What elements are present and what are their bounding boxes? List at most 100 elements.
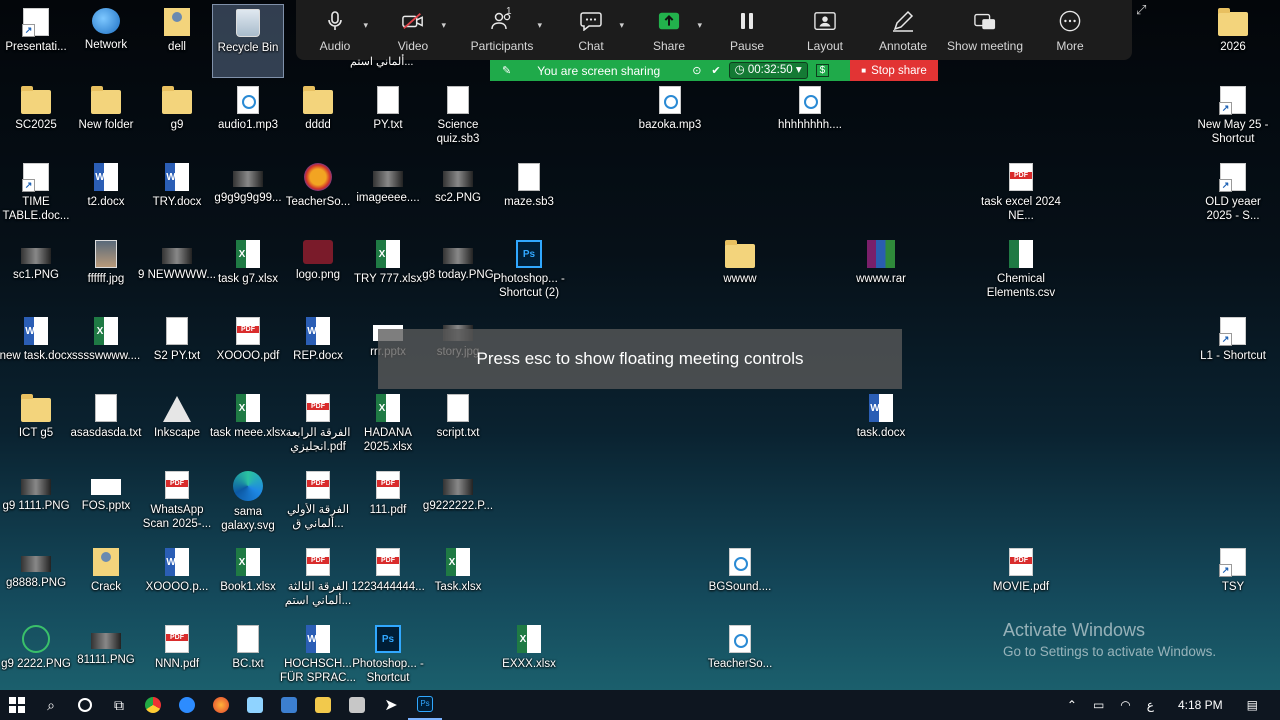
desktop-icon-g9[interactable]: g9 (141, 82, 213, 156)
desktop-icon-logo-png[interactable]: logo.png (282, 236, 354, 310)
desktop-icon-hhhhhhhh[interactable]: hhhhhhhh.... (774, 82, 846, 156)
desktop-icon-book1-xlsx[interactable]: Book1.xlsx (212, 544, 284, 618)
meeting-timer[interactable]: ◷ 00:32:50 ▾ (728, 62, 808, 79)
desktop-icon-bc-txt[interactable]: BC.txt (212, 621, 284, 695)
taskbar-app[interactable] (340, 690, 374, 720)
taskbar-notepad[interactable] (238, 690, 272, 720)
more-button[interactable]: More (1028, 8, 1112, 60)
task-view-button[interactable]: ⧉ (102, 690, 136, 720)
desktop-icon-item-56[interactable]: الفرقة الأولي ألماني ق... (282, 467, 354, 541)
desktop-icon-g8888-png[interactable]: g8888.PNG (0, 544, 72, 618)
desktop-icon-sc2025[interactable]: SC2025 (0, 82, 72, 156)
desktop-icon-new-folder[interactable]: New folder (70, 82, 142, 156)
taskbar-chrome[interactable] (136, 690, 170, 720)
desktop-icon-t2-docx[interactable]: t2.docx (70, 159, 142, 233)
share-button[interactable]: ▾ Share (630, 8, 708, 60)
participants-button[interactable]: 1 ▾ Participants (452, 6, 552, 60)
desktop-icon-item-63[interactable]: الفرقة الثالثة ألماني استم... (282, 544, 354, 618)
annotate-button[interactable]: Annotate (864, 8, 942, 60)
chevron-down-icon[interactable]: ▾ (697, 20, 702, 31)
desktop-icon-tsy[interactable]: TSY (1197, 544, 1269, 618)
show-meeting-button[interactable]: Show meeting (942, 8, 1028, 60)
video-button[interactable]: ▾ Video (374, 8, 452, 60)
taskbar-zoom[interactable] (170, 690, 204, 720)
language-indicator[interactable]: ع (1147, 698, 1154, 712)
pause-share-button[interactable]: Pause (708, 8, 786, 60)
desktop-icon-teacherso[interactable]: TeacherSo... (282, 159, 354, 233)
desktop-icon-bgsound[interactable]: BGSound.... (704, 544, 776, 618)
desktop-icon-task-docx[interactable]: task.docx (845, 390, 917, 464)
taskbar-screen-app[interactable] (272, 690, 306, 720)
desktop-icon-script-txt[interactable]: script.txt (422, 390, 494, 464)
chevron-down-icon[interactable]: ▾ (619, 20, 624, 31)
desktop-icon-inkscape[interactable]: Inkscape (141, 390, 213, 464)
desktop-icon-task-excel-2024-ne[interactable]: task excel 2024 NE... (981, 159, 1061, 233)
chevron-down-icon[interactable]: ▾ (363, 20, 368, 31)
drag-handle-icon[interactable]: ✎ (502, 64, 511, 77)
desktop-icon-time-table-doc[interactable]: TIME TABLE.doc... (0, 159, 72, 233)
desktop-icon-audio1-mp3[interactable]: audio1.mp3 (212, 82, 284, 156)
desktop-icon-hochsch-f-r-sprac[interactable]: HOCHSCH... FÜR SPRAC... (280, 621, 356, 695)
stop-share-button[interactable]: ■ Stop share (850, 60, 938, 81)
battery-icon[interactable]: ▭ (1093, 698, 1104, 712)
desktop-icon-dddd[interactable]: dddd (282, 82, 354, 156)
desktop-icon-network[interactable]: Network (70, 4, 142, 78)
desktop-icon-photoshop-shortcut[interactable]: Photoshop... - Shortcut (352, 621, 424, 695)
desktop-icon-new-may-25-shortcut[interactable]: New May 25 - Shortcut (1197, 82, 1269, 156)
desktop-icon-g9g9g9g99[interactable]: g9g9g9g99... (212, 159, 284, 233)
desktop-icon-chemical-elements-csv[interactable]: Chemical Elements.csv (985, 236, 1057, 310)
cortana-button[interactable] (68, 690, 102, 720)
desktop-icon-s2-py-txt[interactable]: S2 PY.txt (141, 313, 213, 387)
desktop-icon-old-yeaer-2025-s[interactable]: OLD yeaer 2025 - S... (1197, 159, 1269, 233)
desktop-icon-2026[interactable]: 2026 (1197, 4, 1269, 78)
desktop-icon-crack[interactable]: Crack (70, 544, 142, 618)
desktop-icon-teacherso[interactable]: TeacherSo... (704, 621, 776, 695)
expand-icon[interactable]: ⤢ (1136, 2, 1152, 18)
desktop-icon-1223444444[interactable]: 1223444444... (351, 544, 425, 618)
desktop-icon-81111-png[interactable]: 81111.PNG (70, 621, 142, 695)
start-button[interactable] (0, 690, 34, 720)
layout-button[interactable]: Layout (786, 8, 864, 60)
desktop-icon-g9-1111-png[interactable]: g9 1111.PNG (0, 467, 72, 541)
search-button[interactable]: ⌕ (34, 690, 68, 720)
wifi-icon[interactable]: ◠ (1120, 698, 1130, 712)
desktop-icon-task-g7-xlsx[interactable]: task g7.xlsx (212, 236, 284, 310)
desktop-icon-bazoka-mp3[interactable]: bazoka.mp3 (634, 82, 706, 156)
desktop-icon-ict-g5[interactable]: ICT g5 (0, 390, 72, 464)
desktop-icon-hadana-2025-xlsx[interactable]: HADANA 2025.xlsx (352, 390, 424, 464)
pause-circle-icon[interactable]: ⊙ (692, 64, 701, 77)
desktop-icon-sc1-png[interactable]: sc1.PNG (0, 236, 72, 310)
desktop-icon-fos-pptx[interactable]: FOS.pptx (70, 467, 142, 541)
clock[interactable]: 4:18 PM (1178, 698, 1223, 712)
desktop-icon-sc2-png[interactable]: sc2.PNG (422, 159, 494, 233)
desktop-icon-111-pdf[interactable]: 111.pdf (352, 467, 424, 541)
taskbar-cursor-app[interactable]: ➤ (374, 690, 408, 720)
desktop-icon-task-xlsx[interactable]: Task.xlsx (422, 544, 494, 618)
desktop-icon-xoooo-pdf[interactable]: XOOOO.pdf (212, 313, 284, 387)
desktop-icon-wwww[interactable]: wwww (704, 236, 776, 310)
desktop-icon-g9-2222-png[interactable]: g9 2222.PNG (0, 621, 72, 695)
desktop-icon-movie-pdf[interactable]: MOVIE.pdf (985, 544, 1057, 618)
chat-button[interactable]: ▾ Chat (552, 8, 630, 60)
chevron-down-icon[interactable]: ▾ (537, 20, 542, 31)
desktop-icon-g9222222-p[interactable]: g9222222.P... (422, 467, 494, 541)
desktop-icon-nnn-pdf[interactable]: NNN.pdf (141, 621, 213, 695)
desktop-icon-maze-sb3[interactable]: maze.sb3 (493, 159, 565, 233)
desktop-icon-recycle-bin[interactable]: Recycle Bin (212, 4, 284, 78)
desktop-icon-9-newwww[interactable]: 9 NEWWWW... (138, 236, 216, 310)
desktop-icon-wwww-rar[interactable]: wwww.rar (845, 236, 917, 310)
desktop-icon-ffffff-jpg[interactable]: ffffff.jpg (70, 236, 142, 310)
desktop-icon-sssswwww[interactable]: sssswwww.... (70, 313, 142, 387)
desktop-icon-try-777-xlsx[interactable]: TRY 777.xlsx (352, 236, 424, 310)
taskbar-photoshop[interactable]: Ps (408, 690, 442, 720)
desktop-icon-g8-today-png[interactable]: g8 today.PNG (422, 236, 494, 310)
desktop-icon-science-quiz-sb3[interactable]: Science quiz.sb3 (422, 82, 494, 156)
desktop-icon-whatsapp-scan-2025[interactable]: WhatsApp Scan 2025-... (141, 467, 213, 541)
notification-icon[interactable]: ▤ (1247, 698, 1258, 712)
desktop-icon-xoooo-p[interactable]: XOOOO.p... (141, 544, 213, 618)
desktop-icon-sama-galaxy-svg[interactable]: sama galaxy.svg (212, 467, 284, 541)
taskbar-firefox[interactable] (204, 690, 238, 720)
chevron-up-icon[interactable]: ⌃ (1067, 698, 1077, 712)
desktop-icon-presentati[interactable]: Presentati... (0, 4, 72, 78)
desktop-icon-dell[interactable]: dell (141, 4, 213, 78)
